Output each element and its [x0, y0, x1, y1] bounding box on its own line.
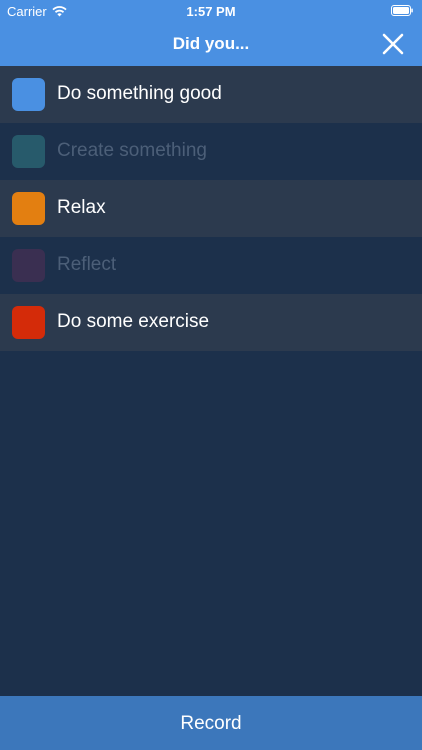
activity-list: Do something good Create something Relax…: [0, 66, 422, 351]
record-button[interactable]: Record: [0, 696, 422, 750]
activity-row-do-something-good[interactable]: Do something good: [0, 66, 422, 123]
close-icon[interactable]: [380, 31, 406, 57]
activity-row-relax[interactable]: Relax: [0, 180, 422, 237]
status-bar: Carrier 1:57 PM: [0, 0, 422, 22]
color-swatch: [12, 78, 45, 111]
activity-label: Create something: [57, 140, 207, 161]
nav-bar: Did you...: [0, 22, 422, 66]
activity-label: Relax: [57, 197, 106, 218]
activity-row-do-some-exercise[interactable]: Do some exercise: [0, 294, 422, 351]
screen: Carrier 1:57 PM Did you... Do something …: [0, 0, 422, 750]
activity-label: Do something good: [57, 83, 222, 104]
color-swatch: [12, 192, 45, 225]
page-title: Did you...: [172, 34, 250, 53]
color-swatch: [12, 135, 45, 168]
activity-row-reflect[interactable]: Reflect: [0, 237, 422, 294]
status-time: 1:57 PM: [186, 4, 236, 19]
color-swatch: [12, 306, 45, 339]
activity-label: Reflect: [57, 254, 117, 275]
activity-label: Do some exercise: [57, 311, 210, 332]
battery-icon: [391, 5, 413, 16]
activity-row-create-something[interactable]: Create something: [0, 123, 422, 180]
color-swatch: [12, 249, 45, 282]
